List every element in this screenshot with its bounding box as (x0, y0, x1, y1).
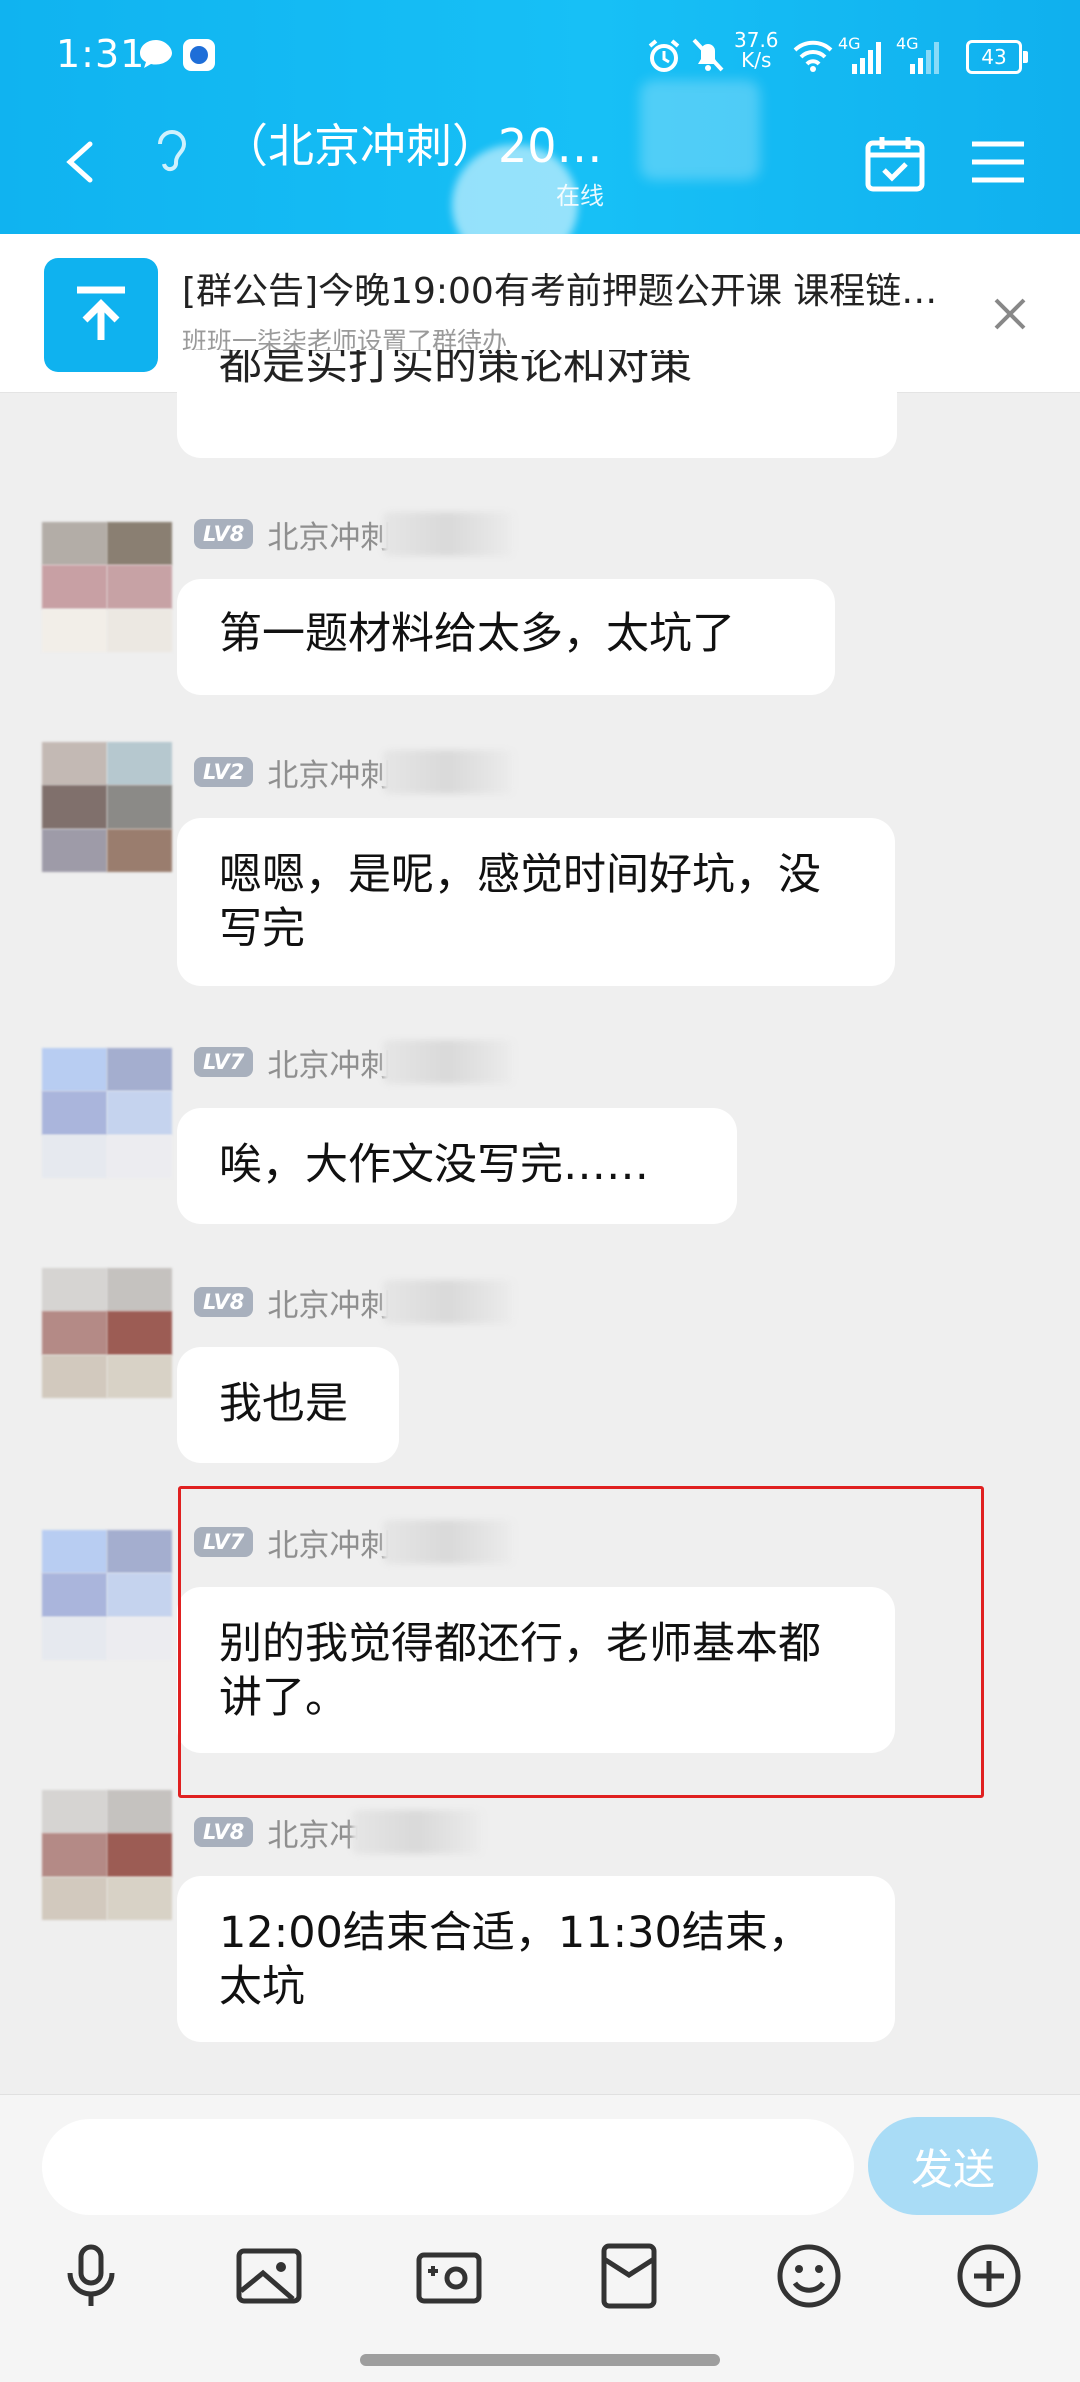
avatar[interactable] (42, 1530, 172, 1660)
avatar[interactable] (42, 1268, 172, 1398)
sender-row: LV7 北京冲刺 (194, 1040, 514, 1084)
status-time: 1:31 (56, 32, 146, 76)
sender-row: LV8 北京冲 (194, 1810, 483, 1854)
app-notification-icon (183, 39, 215, 71)
menu-icon[interactable] (970, 140, 1026, 184)
back-button[interactable] (58, 140, 102, 184)
highlight-box (178, 1486, 984, 1798)
avatar[interactable] (42, 522, 172, 652)
message-bubble[interactable]: 都是实打实的策论和对策 (177, 350, 897, 458)
send-button[interactable]: 发送 (868, 2117, 1038, 2215)
redacted-name (383, 512, 514, 556)
avatar[interactable] (42, 742, 172, 872)
level-badge: LV8 (194, 1287, 254, 1317)
message-bubble[interactable]: 我也是 (177, 1347, 399, 1463)
battery-icon: 43 (966, 40, 1028, 74)
level-badge: LV8 (194, 519, 254, 549)
avatar[interactable] (42, 1790, 172, 1920)
sender-name: 北京冲刺 (267, 757, 392, 794)
message-bubble-icon (140, 40, 172, 68)
redacted-name (383, 1040, 514, 1084)
pin-top-icon (44, 258, 158, 372)
camera-icon[interactable] (414, 2241, 484, 2311)
cell-signal-icon (852, 42, 881, 74)
plus-icon[interactable] (954, 2241, 1024, 2311)
image-icon[interactable] (234, 2241, 304, 2311)
announcement-title: [群公告]今晚19:00有考前押题公开课 课程链接： (182, 271, 942, 312)
emoji-icon[interactable] (774, 2241, 844, 2311)
sender-name: 北京冲刺 (267, 519, 392, 556)
sender-row: LV8 北京冲刺 (194, 512, 514, 556)
sender-name: 北京冲 (267, 1817, 361, 1854)
message-bubble[interactable]: 唉，大作文没写完…… (177, 1108, 737, 1224)
calendar-check-icon[interactable] (864, 133, 928, 193)
status-bar: 1:31 37.6 K/s 4G 4G 43 (0, 0, 1080, 110)
ear-icon[interactable] (150, 122, 194, 182)
message-bubble[interactable]: 12:00结束合适，11:30结束，太坑 (177, 1876, 895, 2042)
level-badge: LV7 (194, 1047, 254, 1077)
redacted-name (352, 1810, 483, 1854)
level-badge: LV8 (194, 1817, 254, 1847)
level-badge: LV2 (194, 757, 254, 787)
redacted-name (383, 750, 514, 794)
redacted-name (383, 1280, 514, 1324)
online-count: 在线 (556, 182, 604, 210)
cell-signal-icon (910, 42, 939, 74)
sender-row: LV2 北京冲刺 (194, 750, 514, 794)
input-bar: 发送 (0, 2094, 1080, 2382)
message-bubble[interactable]: 第一题材料给太多，太坑了 (177, 579, 835, 695)
alarm-icon (648, 39, 680, 72)
network-speed: 37.6 K/s (734, 28, 779, 72)
sender-name: 北京冲刺 (267, 1287, 392, 1324)
sender-name: 北京冲刺 (267, 1047, 392, 1084)
red-packet-icon[interactable] (594, 2241, 664, 2311)
message-input[interactable] (42, 2119, 854, 2215)
avatar[interactable] (42, 1048, 172, 1178)
home-indicator[interactable] (360, 2354, 720, 2366)
redacted-area (640, 80, 760, 180)
microphone-icon[interactable] (56, 2241, 126, 2311)
mute-bell-icon (692, 38, 724, 72)
message-bubble[interactable]: 嗯嗯，是呢，感觉时间好坑，没写完 (177, 818, 895, 986)
wifi-icon (793, 40, 833, 72)
sender-row: LV8 北京冲刺 (194, 1280, 514, 1324)
title-bar: 1:31 37.6 K/s 4G 4G 43 （北京冲刺）20… 在线 (0, 0, 1080, 265)
close-icon[interactable] (990, 294, 1030, 334)
